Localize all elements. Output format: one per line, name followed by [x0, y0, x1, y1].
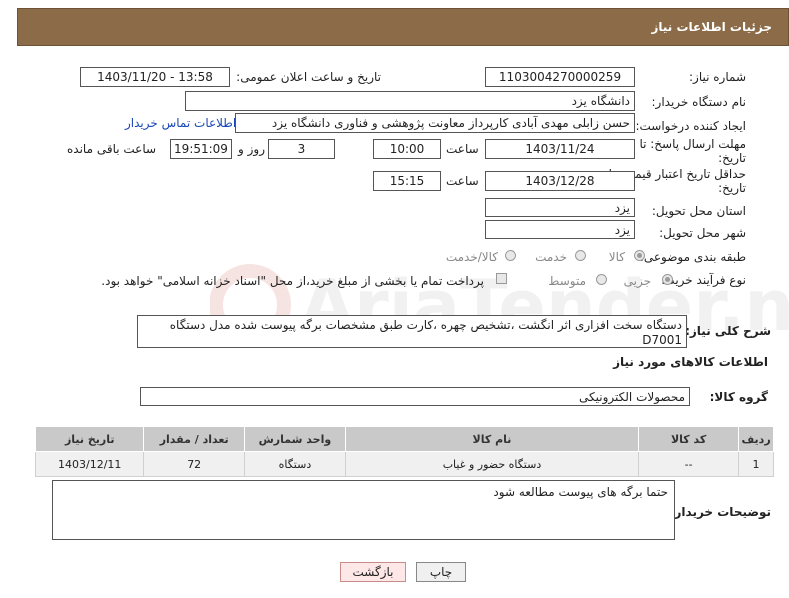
- category-option-goods-service: کالا/خدمت: [445, 250, 498, 264]
- buyer-notes-label: توضیحات خریدار:: [669, 505, 771, 519]
- deadline-label-date: تاریخ:: [718, 151, 746, 165]
- treasury-payment-checkbox[interactable]: [496, 273, 507, 284]
- cell-item-name: دستگاه حضور و غیاب: [344, 451, 640, 477]
- buyer-notes-textarea[interactable]: حتما برگه های پیوست مطالعه شود: [52, 480, 675, 540]
- goods-section-title: اطلاعات کالاهای مورد نیاز: [613, 355, 768, 369]
- process-option-minor: جزیی: [623, 274, 651, 288]
- deadline-time-field: 10:00: [373, 139, 441, 159]
- col-header-unit: واحد شمارش: [243, 426, 346, 452]
- announce-label: تاریخ و ساعت اعلان عمومی:: [236, 70, 381, 84]
- table-row: 1 -- دستگاه حضور و غیاب دستگاه 72 1403/1…: [34, 451, 774, 477]
- category-option-goods: کالا: [608, 250, 625, 264]
- remaining-label: ساعت باقی مانده: [67, 142, 157, 156]
- validity-date-field: 1403/12/28: [485, 171, 635, 191]
- col-header-quantity: تعداد / مقدار: [143, 426, 245, 452]
- page-header: جزئیات اطلاعات نیاز: [17, 8, 789, 46]
- deadline-date-field: 1403/11/24: [485, 139, 635, 159]
- announce-field: 1403/11/20 - 13:58: [80, 67, 230, 87]
- cell-row-number: 1: [738, 451, 774, 477]
- description-textarea[interactable]: دستگاه سخت افزاری اثر انگشت ،تشخیص چهره …: [137, 315, 687, 348]
- goods-group-label: گروه کالا:: [709, 390, 768, 404]
- print-button[interactable]: چاپ: [416, 562, 466, 582]
- creator-label: ایجاد کننده درخواست:: [635, 119, 746, 133]
- process-radio-minor[interactable]: [662, 274, 673, 285]
- col-header-item-code: کد کالا: [638, 426, 740, 452]
- creator-field: حسن زابلی مهدی آبادی کارپرداز معاونت پژو…: [235, 113, 635, 133]
- cell-unit: دستگاه: [243, 451, 346, 477]
- buyer-label: نام دستگاه خریدار:: [651, 95, 747, 109]
- category-label: طبقه بندی موضوعی:: [639, 250, 746, 264]
- cell-item-code: --: [638, 451, 740, 477]
- category-radio-goods-service[interactable]: [505, 250, 516, 261]
- col-header-need-date: تاریخ نیاز: [34, 426, 145, 452]
- deadline-time-label: ساعت: [446, 142, 479, 156]
- need-number-field: 1103004270000259: [485, 67, 635, 87]
- buyer-contact-link[interactable]: اطلاعات تماس خریدار: [125, 116, 236, 130]
- page-title: جزئیات اطلاعات نیاز: [651, 20, 772, 34]
- description-label: شرح کلی نیاز:: [685, 324, 771, 338]
- days-label: روز و: [238, 142, 265, 156]
- city-field: یزد: [485, 220, 635, 239]
- province-field: یزد: [485, 198, 635, 217]
- buyer-field: دانشگاه یزد: [185, 91, 635, 111]
- city-label: شهر محل تحویل:: [659, 226, 746, 240]
- process-label: نوع فرآیند خرید :: [661, 273, 746, 287]
- col-header-row-number: ردیف: [738, 426, 774, 452]
- province-label: استان محل تحویل:: [651, 204, 746, 218]
- cell-quantity: 72: [143, 451, 245, 477]
- goods-group-field: محصولات الکترونیکی: [140, 387, 690, 406]
- need-number-label: شماره نیاز:: [689, 70, 746, 84]
- validity-time-label: ساعت: [446, 174, 479, 188]
- process-option-medium: متوسط: [548, 274, 586, 288]
- process-radio-medium[interactable]: [596, 274, 607, 285]
- cell-need-date: 1403/12/11: [34, 451, 145, 477]
- table-header-row: ردیف کد کالا نام کالا واحد شمارش تعداد /…: [34, 426, 774, 452]
- category-radio-service[interactable]: [575, 250, 586, 261]
- treasury-payment-note: پرداخت تمام یا بخشی از مبلغ خرید،از محل …: [101, 274, 484, 288]
- validity-label-date: تاریخ:: [718, 181, 746, 195]
- deadline-label: مهلت ارسال پاسخ: تا: [639, 137, 746, 151]
- category-option-service: خدمت: [535, 250, 567, 264]
- items-table: ردیف کد کالا نام کالا واحد شمارش تعداد /…: [34, 426, 774, 477]
- validity-time-field: 15:15: [373, 171, 441, 191]
- back-button[interactable]: بازگشت: [340, 562, 406, 582]
- remaining-time-field: 19:51:09: [170, 139, 232, 159]
- col-header-item-name: نام کالا: [344, 426, 640, 452]
- days-remaining-field: 3: [268, 139, 335, 159]
- category-radio-goods[interactable]: [634, 250, 645, 261]
